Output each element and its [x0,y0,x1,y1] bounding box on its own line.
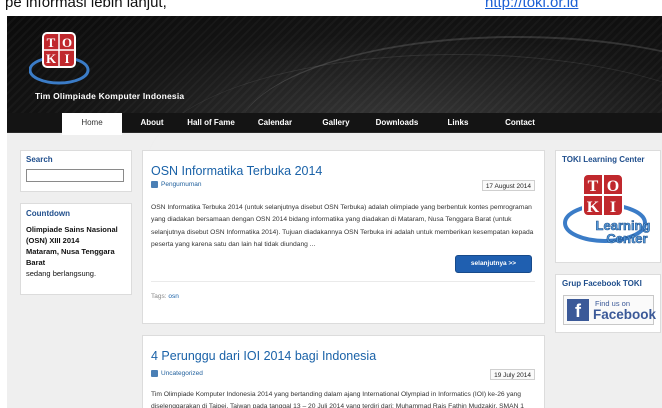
post-title[interactable]: 4 Perunggu dari IOI 2014 bagi Indonesia [151,349,376,363]
nav-item-calendar[interactable]: Calendar [252,113,298,133]
countdown-status: sedang berlangsung. [26,269,97,278]
toki-logo[interactable]: T O K I [29,30,91,88]
post-title[interactable]: OSN Informatika Terbuka 2014 [151,164,322,178]
nav-item-about[interactable]: About [134,113,170,133]
lc-letter-k: K [587,199,600,216]
lc-letter-o: O [607,178,619,195]
svg-text:Center: Center [606,231,647,246]
post-meta: Pengumuman 17 August 2014 [151,180,535,193]
facebook-widget-title: Grup Facebook TOKI [562,279,642,288]
post-tags: Tags: osn [151,293,179,300]
nav-item-gallery[interactable]: Gallery [316,113,356,133]
top-strip-link[interactable]: http://toki.or.id [485,0,578,11]
post-category[interactable]: Uncategorized [151,370,203,377]
post-meta: Uncategorized 19 July 2014 [151,369,535,382]
facebook-widget: Grup Facebook TOKI f Find us on Facebook [555,274,661,333]
facebook-icon: f [567,299,589,321]
countdown-location: Mataram, Nusa Tenggara Barat [26,247,115,267]
nav-item-downloads[interactable]: Downloads [371,113,423,133]
post-card: 4 Perunggu dari IOI 2014 bagi Indonesia … [142,335,545,408]
lc-letter-t: T [588,178,599,195]
countdown-widget: Countdown Olimpiade Sains Nasional (OSN)… [20,203,132,295]
site-name: Tim Olimpiade Komputer Indonesia [35,91,185,101]
search-widget: Search [20,150,132,192]
post-date: 17 August 2014 [481,180,535,191]
post-card: OSN Informatika Terbuka 2014 Pengumuman … [142,150,545,324]
post-category-label: Uncategorized [161,370,203,377]
post-excerpt: Tim Olimpiade Komputer Indonesia 2014 ya… [151,391,524,408]
read-more-button[interactable]: selanjutnya >> [455,255,532,273]
logo-letter-k: K [46,51,57,66]
folder-icon [151,181,158,188]
nav-item-links[interactable]: Links [442,113,474,133]
top-text-strip: pe informasi lebih lanjut, http://toki.o… [0,0,662,16]
countdown-event: Olimpiade Sains Nasional (OSN) XIII 2014 [26,225,118,245]
facebook-button[interactable]: f Find us on Facebook [563,295,657,325]
website: T O K I Tim Olimpiade Komputer Indonesia… [7,16,662,408]
lc-letter-i: I [610,199,616,216]
search-input[interactable] [26,169,124,182]
facebook-brand: Facebook [593,307,657,322]
site-header: T O K I Tim Olimpiade Komputer Indonesia [7,16,662,113]
search-widget-title: Search [26,155,53,164]
countdown-title: Countdown [26,209,70,218]
learning-center-widget: TOKI Learning Center T O K I Learning Ce… [555,150,661,263]
nav-item-home[interactable]: Home [62,113,122,135]
logo-letter-t: T [47,35,56,50]
folder-icon [151,370,158,377]
post-date: 19 July 2014 [490,369,535,380]
countdown-body: Olimpiade Sains Nasional (OSN) XIII 2014… [26,224,130,279]
top-strip-text: pe informasi lebih lanjut, [5,0,167,11]
nav-item-hall-of-fame[interactable]: Hall of Fame [183,113,239,133]
tag-link[interactable]: osn [168,293,178,300]
logo-letter-i: I [64,51,69,66]
tags-label: Tags: [151,293,167,300]
post-excerpt: OSN Informatika Terbuka 2014 (untuk sela… [151,204,534,249]
post-category[interactable]: Pengumuman [151,181,201,188]
nav-item-contact[interactable]: Contact [501,113,539,133]
main-nav: Home About Hall of Fame Calendar Gallery… [7,113,662,135]
learning-center-title: TOKI Learning Center [562,155,645,164]
post-divider [151,281,535,282]
learning-center-logo[interactable]: T O K I Learning Center [561,168,657,258]
logo-letter-o: O [62,35,72,50]
post-category-label: Pengumuman [161,181,202,188]
